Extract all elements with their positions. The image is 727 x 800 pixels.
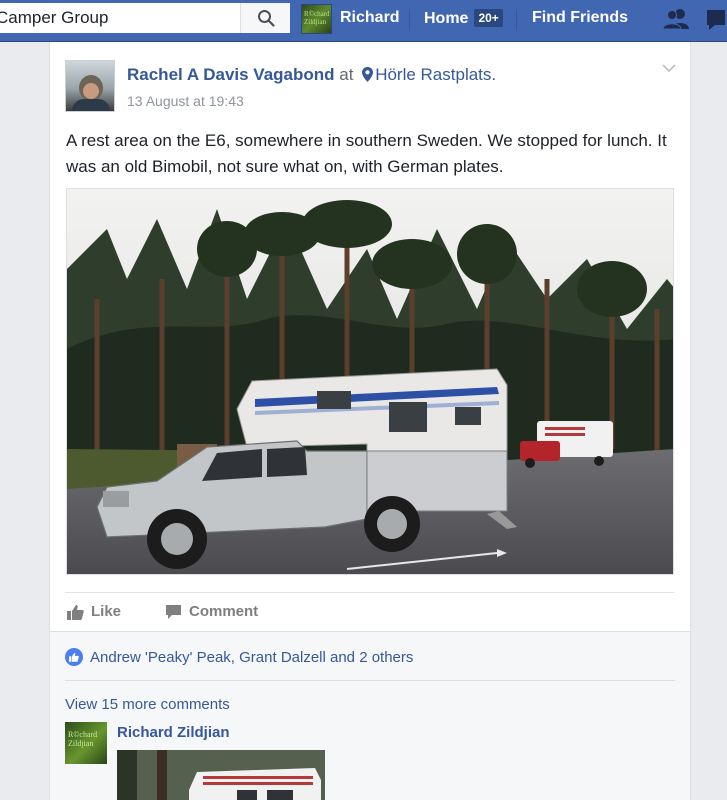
post-photo[interactable] [66,188,674,575]
thumbs-up-icon [67,604,84,620]
search-button[interactable] [240,3,290,33]
like-button[interactable]: Like [67,603,121,620]
avatar-logo-text: R©chard Zildjian [304,10,330,26]
friend-requests-icon[interactable] [662,7,692,36]
home-link[interactable]: Home 20+ [424,9,503,28]
location-pin-icon [362,67,374,82]
nav-divider [409,9,410,31]
location-link[interactable]: Hörle Rastplats. [375,65,496,84]
profile-avatar[interactable]: R©chard Zildjian [301,4,332,34]
post-header: Rachel A Davis Vagabond at Hörle Rastpla… [127,65,496,85]
divider [65,680,675,681]
messages-icon[interactable] [703,7,727,38]
search-icon [257,10,275,27]
comment-label: Comment [189,603,259,620]
home-label: Home [424,10,469,27]
comment-icon [166,604,181,619]
at-word: at [339,65,354,84]
view-more-comments-link[interactable]: View 15 more comments [65,696,230,713]
author-avatar[interactable] [65,60,115,112]
commenter-avatar[interactable]: R©chard Zildjian [65,722,107,764]
commenter-avatar-text: R©chard Zildjian [68,730,98,748]
post-card: Rachel A Davis Vagabond at Hörle Rastpla… [49,42,691,800]
profile-link[interactable]: Richard [340,9,400,27]
post-timestamp[interactable]: 13 August at 19:43 [127,93,244,109]
search-box [0,3,290,33]
like-reaction-icon [65,648,83,666]
nav-divider [516,9,517,31]
camper-photo-illustration [67,189,673,574]
comment-button[interactable]: Comment [165,603,258,620]
home-count-badge: 20+ [474,9,503,27]
comment-photo-illustration [117,750,325,800]
chevron-down-icon [662,64,676,73]
reactions-summary[interactable]: Andrew 'Peaky' Peak, Grant Dalzell and 2… [65,648,413,666]
find-friends-link[interactable]: Find Friends [532,9,628,27]
search-input[interactable] [0,3,240,33]
post-actions-bar: Like Comment [65,592,675,630]
likers-text: Andrew 'Peaky' Peak, Grant Dalzell and 2… [90,648,414,666]
author-name-link[interactable]: Rachel A Davis Vagabond [127,65,335,84]
comment-photo[interactable] [117,750,325,800]
top-navigation-bar: R©chard Zildjian Richard Home 20+ Find Fr… [0,0,727,42]
comments-section: Andrew 'Peaky' Peak, Grant Dalzell and 2… [50,631,690,800]
post-options-button[interactable] [662,60,676,78]
like-label: Like [91,603,122,620]
post-text: A rest area on the E6, somewhere in sout… [66,131,667,176]
commenter-name-link[interactable]: Richard Zildjian [117,724,230,741]
